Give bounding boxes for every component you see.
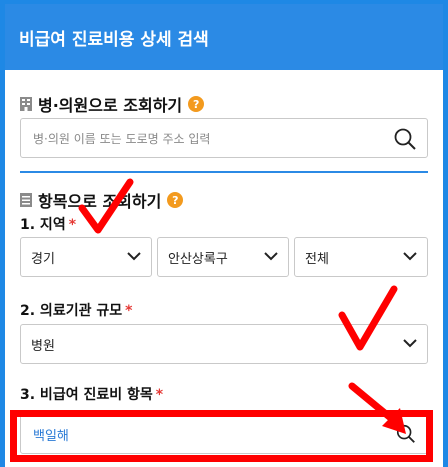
province-value: 경기 xyxy=(31,251,55,267)
district-select[interactable]: 전체 xyxy=(294,237,428,277)
hospital-search-section-title: 병·의원으로 조회하기 ? xyxy=(20,92,205,116)
city-value: 안산상록구 xyxy=(168,251,228,267)
building-icon xyxy=(20,97,32,111)
search-icon[interactable] xyxy=(393,127,417,151)
city-select[interactable]: 안산상록구 xyxy=(157,237,289,277)
search-panel: 비급여 진료비용 상세 검색 병·의원으로 조회하기 ? 병·의원 이름 또는 … xyxy=(5,4,443,467)
region-label: 1. 지역 * xyxy=(20,214,76,234)
scale-label-text: 2. 의료기관 규모 xyxy=(20,303,123,319)
hospital-search-placeholder: 병·의원 이름 또는 도로명 주소 입력 xyxy=(33,131,211,146)
item-search-section-title: 항목으로 조회하기 ? xyxy=(20,188,184,212)
region-label-text: 1. 지역 xyxy=(20,217,66,233)
help-icon[interactable]: ? xyxy=(188,96,205,112)
document-icon xyxy=(20,193,32,207)
chevron-down-icon xyxy=(403,339,417,348)
facility-scale-select[interactable]: 병원 xyxy=(20,324,428,364)
hospital-search-title: 병·의원으로 조회하기 xyxy=(38,96,183,115)
hospital-search-input[interactable]: 병·의원 이름 또는 도로명 주소 입력 xyxy=(20,118,428,158)
help-icon[interactable]: ? xyxy=(167,192,184,208)
required-star: * xyxy=(68,217,77,233)
district-value: 전체 xyxy=(305,251,329,267)
chevron-down-icon xyxy=(403,252,417,261)
treatment-value: 백일해 xyxy=(33,428,69,444)
facility-scale-value: 병원 xyxy=(31,338,55,354)
section-divider xyxy=(20,171,428,173)
treatment-label-text: 3. 비급여 진료비 항목 xyxy=(20,387,153,403)
chevron-down-icon xyxy=(127,252,141,261)
chevron-down-icon xyxy=(264,252,278,261)
item-search-title: 항목으로 조회하기 xyxy=(38,192,162,211)
scale-label: 2. 의료기관 규모 * xyxy=(20,300,132,320)
treatment-label: 3. 비급여 진료비 항목 * xyxy=(20,384,163,404)
page-title: 비급여 진료비용 상세 검색 xyxy=(5,4,443,70)
search-icon[interactable] xyxy=(395,423,417,445)
required-star: * xyxy=(125,303,133,319)
treatment-search-input[interactable]: 백일해 xyxy=(20,414,428,454)
required-star: * xyxy=(155,387,164,403)
province-select[interactable]: 경기 xyxy=(20,237,152,277)
